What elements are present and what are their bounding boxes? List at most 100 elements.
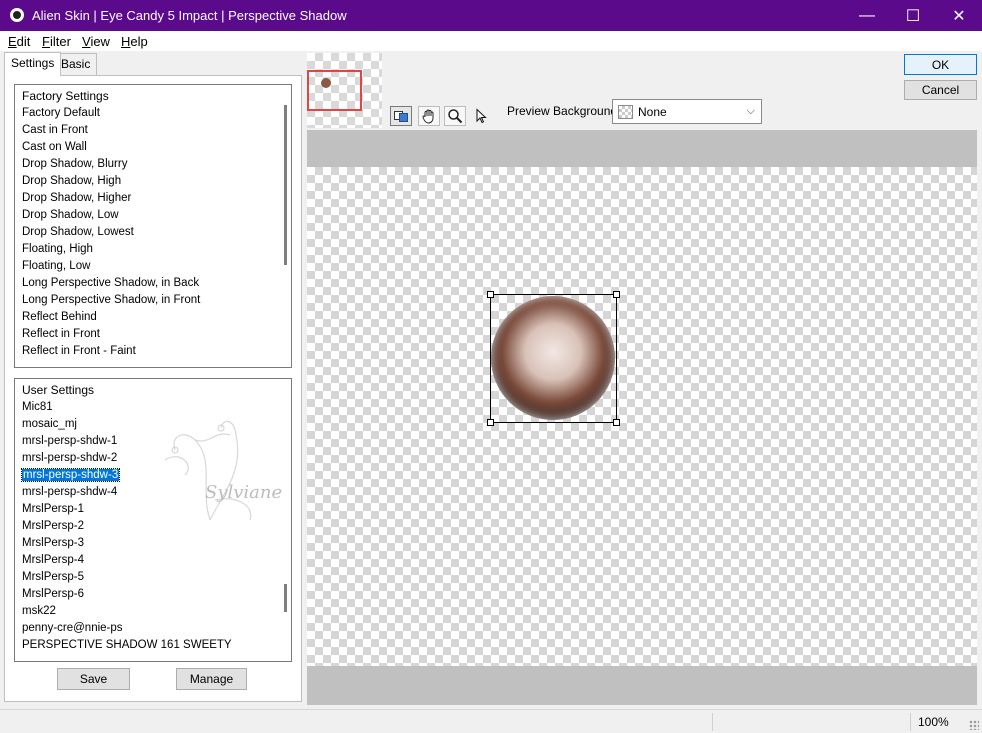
preview-canvas[interactable] xyxy=(307,167,977,666)
resize-handle[interactable] xyxy=(487,419,494,426)
zoom-icon xyxy=(448,109,463,124)
list-item-label: MrslPersp-3 xyxy=(22,537,84,549)
list-item-label: Reflect in Front - Faint xyxy=(22,345,136,357)
resize-handle[interactable] xyxy=(487,291,494,298)
list-item[interactable]: Reflect Behind xyxy=(15,309,291,326)
manage-button[interactable]: Manage xyxy=(176,668,247,690)
zoom-tool[interactable] xyxy=(444,106,466,126)
list-item[interactable]: Long Perspective Shadow, in Back xyxy=(15,275,291,292)
list-item-label: Drop Shadow, Lowest xyxy=(22,226,134,238)
status-divider xyxy=(910,713,911,731)
preview-background-label: Preview Background: xyxy=(507,104,621,118)
list-item-label: Reflect in Front xyxy=(22,328,100,340)
menu-help-mnemonic: H xyxy=(121,34,131,49)
list-item-label: MrslPersp-6 xyxy=(22,588,84,600)
menu-bar: Edit Filter View Help xyxy=(0,31,982,51)
preview-toggle-tool[interactable] xyxy=(390,106,412,126)
menu-help-label: elp xyxy=(130,34,148,49)
minimize-button[interactable]: — xyxy=(844,0,890,31)
close-button[interactable]: ✕ xyxy=(936,0,982,31)
tab-settings[interactable]: Settings xyxy=(4,52,62,76)
list-item[interactable]: Cast on Wall xyxy=(15,139,291,156)
list-item-label: MrslPersp-1 xyxy=(22,503,84,515)
list-item-label: Mic81 xyxy=(22,401,53,413)
resize-handle[interactable] xyxy=(613,419,620,426)
resize-grip-icon[interactable] xyxy=(969,720,979,730)
list-item-label: Drop Shadow, Blurry xyxy=(22,158,128,170)
menu-filter[interactable]: Filter xyxy=(42,34,71,49)
list-item-label: MrslPersp-2 xyxy=(22,520,84,532)
maximize-button[interactable]: ☐ xyxy=(890,0,936,31)
list-item-label: MrslPersp-5 xyxy=(22,571,84,583)
list-item-label: Drop Shadow, Low xyxy=(22,209,119,221)
list-item[interactable]: Drop Shadow, Lowest xyxy=(15,224,291,241)
list-item-label: msk22 xyxy=(22,605,56,617)
list-item[interactable]: mrsl-persp-shdw-1 xyxy=(15,433,291,450)
list-item[interactable]: Floating, High xyxy=(15,241,291,258)
zoom-level: 100% xyxy=(918,715,949,729)
menu-edit[interactable]: Edit xyxy=(8,34,30,49)
pointer-tool[interactable] xyxy=(470,106,492,126)
menu-filter-mnemonic: F xyxy=(42,34,50,49)
list-item[interactable]: MrslPersp-1 xyxy=(15,501,291,518)
list-item[interactable]: Reflect in Front - Faint xyxy=(15,343,291,360)
list-item-label: Cast in Front xyxy=(22,124,88,136)
list-item[interactable]: PERSPECTIVE SHADOW 161 SWEETY xyxy=(15,637,291,654)
preview-toggle-icon xyxy=(394,111,408,122)
list-item-label: mrsl-persp-shdw-1 xyxy=(22,435,118,447)
status-bar: 100% xyxy=(0,709,982,733)
list-item[interactable]: Drop Shadow, Low xyxy=(15,207,291,224)
list-item[interactable]: MrslPersp-6 xyxy=(15,586,291,603)
app-icon xyxy=(10,8,24,22)
menu-view[interactable]: View xyxy=(82,34,110,49)
watermark-text: Sylviane xyxy=(205,482,283,503)
list-item[interactable]: Drop Shadow, Blurry xyxy=(15,156,291,173)
list-item[interactable]: msk22 xyxy=(15,603,291,620)
preview-background-value: None xyxy=(638,105,667,119)
resize-handle[interactable] xyxy=(613,291,620,298)
ok-button[interactable]: OK xyxy=(904,54,977,75)
navigator-viewport-frame[interactable] xyxy=(307,70,362,111)
list-item-label: mosaic_mj xyxy=(22,418,77,430)
list-item-label: Floating, Low xyxy=(22,260,91,272)
list-item-label: Factory Default xyxy=(22,107,100,119)
list-item-label: mrsl-persp-shdw-3 xyxy=(20,468,121,482)
menu-edit-mnemonic: E xyxy=(8,34,17,49)
cancel-button[interactable]: Cancel xyxy=(904,80,977,100)
list-item[interactable]: MrslPersp-4 xyxy=(15,552,291,569)
list-item-label: Long Perspective Shadow, in Front xyxy=(22,294,201,306)
list-item[interactable]: Reflect in Front xyxy=(15,326,291,343)
list-item-label: mrsl-persp-shdw-4 xyxy=(22,486,118,498)
factory-list-scrollbar[interactable] xyxy=(284,105,287,265)
user-settings-list[interactable]: User Settings Mic81 mosaic_mj mrsl-persp… xyxy=(14,378,292,662)
chevron-down-icon: ⌵ xyxy=(746,105,755,117)
list-item[interactable]: MrslPersp-2 xyxy=(15,518,291,535)
list-item[interactable]: MrslPersp-3 xyxy=(15,535,291,552)
save-button[interactable]: Save xyxy=(57,668,130,690)
list-item[interactable]: penny-cre@nnie-ps xyxy=(15,620,291,637)
preview-background-select[interactable]: None ⌵ xyxy=(612,99,762,124)
hand-tool[interactable] xyxy=(418,106,440,126)
menu-view-label: iew xyxy=(90,34,110,49)
list-item[interactable]: Floating, Low xyxy=(15,258,291,275)
list-item[interactable]: mosaic_mj xyxy=(15,416,291,433)
user-list-scrollbar[interactable] xyxy=(284,584,287,612)
list-item[interactable]: Cast in Front xyxy=(15,122,291,139)
list-item[interactable]: Drop Shadow, High xyxy=(15,173,291,190)
list-item-label: Long Perspective Shadow, in Back xyxy=(22,277,200,289)
selection-box[interactable] xyxy=(490,294,617,423)
menu-help[interactable]: Help xyxy=(121,34,148,49)
menu-edit-label: dit xyxy=(16,34,31,49)
list-item[interactable]: Factory Default xyxy=(15,105,291,122)
factory-settings-list[interactable]: Factory Settings Factory Default Cast in… xyxy=(14,84,292,368)
list-item[interactable]: MrslPersp-5 xyxy=(15,569,291,586)
list-item[interactable]: mrsl-persp-shdw-2 xyxy=(15,450,291,467)
user-settings-header: User Settings xyxy=(22,383,95,397)
list-item[interactable]: Drop Shadow, Higher xyxy=(15,190,291,207)
list-item[interactable]: Long Perspective Shadow, in Front xyxy=(15,292,291,309)
list-item-label: Floating, High xyxy=(22,243,93,255)
factory-settings-header: Factory Settings xyxy=(22,89,109,103)
list-item-label: Drop Shadow, High xyxy=(22,175,122,187)
list-item-label: Drop Shadow, Higher xyxy=(22,192,132,204)
list-item[interactable]: Mic81 xyxy=(15,399,291,416)
